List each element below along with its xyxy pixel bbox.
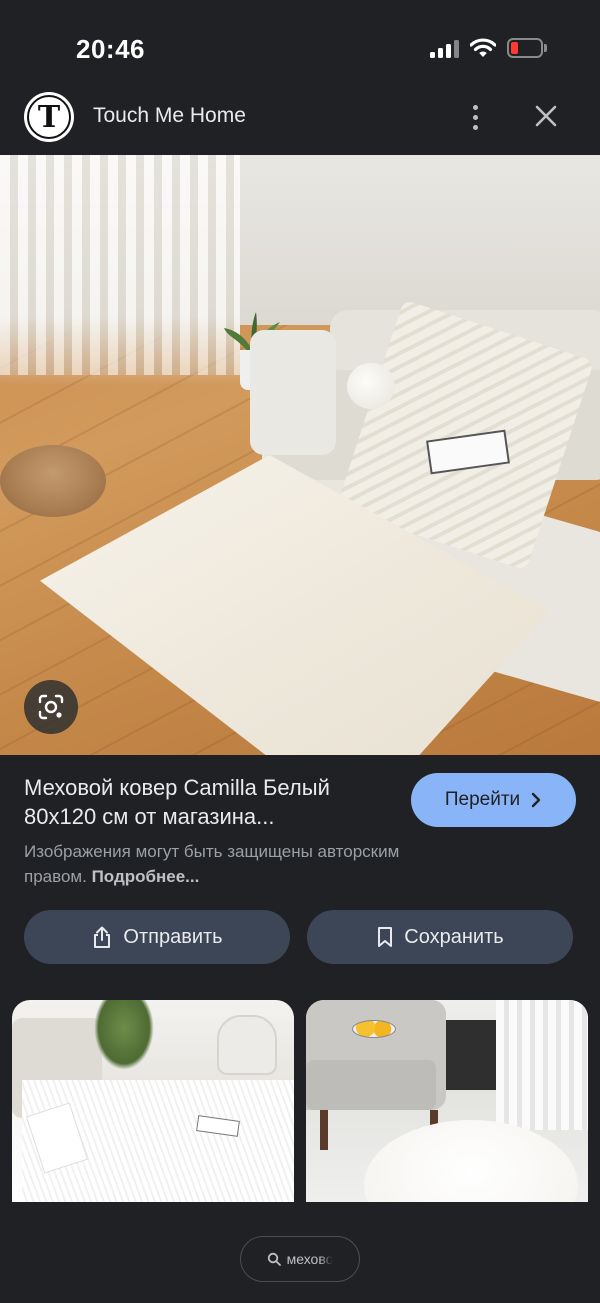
copyright-text: Изображения могут быть защищены авторски… xyxy=(24,842,400,886)
result-info: Меховой ковер Camilla Белый 80x120 см от… xyxy=(0,755,600,895)
search-icon xyxy=(267,1252,281,1266)
result-title[interactable]: Меховой ковер Camilla Белый 80x120 см от… xyxy=(24,773,394,831)
share-button-label: Отправить xyxy=(123,925,223,948)
visit-button[interactable]: Перейти xyxy=(411,773,576,827)
main-image[interactable] xyxy=(0,155,600,755)
search-chip[interactable]: мехово xyxy=(240,1236,360,1282)
wifi-icon xyxy=(469,37,497,59)
more-vert-icon[interactable] xyxy=(460,100,490,134)
save-button[interactable]: Сохранить xyxy=(307,910,573,964)
share-button[interactable]: Отправить xyxy=(24,910,290,964)
lens-search-icon[interactable] xyxy=(24,680,78,734)
chevron-right-icon xyxy=(531,792,541,808)
site-logo[interactable]: T xyxy=(24,92,74,142)
bookmark-icon xyxy=(378,927,393,947)
site-logo-letter: T xyxy=(27,95,71,139)
status-bar: 20:46 xyxy=(0,0,600,90)
pouf-image xyxy=(0,445,106,517)
visit-button-label: Перейти xyxy=(444,789,521,810)
share-icon xyxy=(94,926,111,948)
learn-more-link[interactable]: Подробнее... xyxy=(92,867,200,886)
status-time: 20:46 xyxy=(76,34,145,64)
copyright-notice: Изображения могут быть защищены авторски… xyxy=(24,839,464,889)
save-button-label: Сохранить xyxy=(404,925,504,948)
search-chip-text: мехово xyxy=(286,1251,334,1267)
related-image-1[interactable] xyxy=(12,1000,294,1202)
close-icon[interactable] xyxy=(530,100,562,132)
battery-icon xyxy=(507,38,547,58)
site-name[interactable]: Touch Me Home xyxy=(93,104,246,128)
top-bar: T Touch Me Home xyxy=(0,90,600,155)
related-image-2[interactable] xyxy=(306,1000,588,1202)
cellular-signal-icon xyxy=(430,38,460,58)
